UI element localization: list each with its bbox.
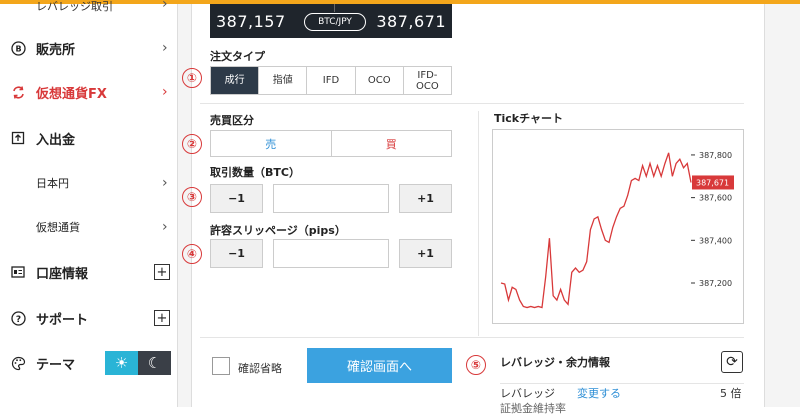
section-divider bbox=[200, 103, 744, 104]
series-line bbox=[500, 152, 692, 309]
side-selector: 売 買 bbox=[210, 130, 452, 157]
y-tick-label: 387,600 bbox=[699, 194, 732, 203]
chevron-right-icon: › bbox=[162, 219, 168, 235]
tick-chart-svg: 387,200 387,400 387,600 387,800 387,671 bbox=[500, 151, 734, 309]
sidebar-item-crypto-fx[interactable]: 仮想通貨FX › bbox=[0, 70, 178, 114]
sidebar: レバレッジ取引 › B 販売所 › 仮想通貨FX › 入出金 日本円 › 仮想通… bbox=[0, 0, 178, 407]
chevron-right-icon: › bbox=[162, 40, 168, 56]
price-board: 387,157 BTC/JPY 387,671 bbox=[210, 4, 452, 38]
y-tick-label: 387,200 bbox=[699, 279, 732, 288]
refresh-icon[interactable]: ⟳ bbox=[721, 351, 743, 373]
slippage-input[interactable] bbox=[273, 239, 389, 268]
sidebar-item-exchange[interactable]: B 販売所 › bbox=[0, 26, 178, 70]
help-icon: ? bbox=[10, 310, 26, 326]
slippage-label: 許容スリッページ（pips） bbox=[210, 224, 346, 237]
confirm-button[interactable]: 確認画面へ bbox=[307, 348, 452, 383]
bitcoin-icon: B bbox=[10, 40, 26, 56]
sidebar-item-jpy[interactable]: 日本円 › bbox=[0, 161, 178, 205]
chart-title: Tickチャート bbox=[494, 112, 563, 125]
ask-price[interactable]: 387,671 bbox=[376, 12, 446, 31]
svg-text:?: ? bbox=[15, 315, 20, 325]
tick-chart: 387,200 387,400 387,600 387,800 387,671 bbox=[492, 129, 744, 324]
sun-icon[interactable]: ☀ bbox=[105, 351, 138, 375]
sidebar-item-deposit[interactable]: 入出金 bbox=[0, 116, 178, 160]
quantity-plus-button[interactable]: +1 bbox=[399, 184, 452, 213]
sidebar-item-label: 日本円 bbox=[36, 177, 69, 190]
right-gutter bbox=[764, 4, 800, 407]
sidebar-item-label: 口座情報 bbox=[36, 266, 89, 282]
page: レバレッジ取引 › B 販売所 › 仮想通貨FX › 入出金 日本円 › 仮想通… bbox=[0, 0, 800, 415]
order-type-limit[interactable]: 指値 bbox=[259, 67, 308, 94]
sidebar-item-crypto[interactable]: 仮想通貨 › bbox=[0, 205, 178, 249]
sidebar-item-label: 仮想通貨 bbox=[36, 221, 80, 234]
sidebar-item-support[interactable]: ? サポート + bbox=[0, 296, 178, 340]
sidebar-item-theme: テーマ ☀ ☾ bbox=[0, 341, 178, 385]
slippage-plus-button[interactable]: +1 bbox=[399, 239, 452, 268]
chevron-right-icon: › bbox=[162, 175, 168, 191]
chevron-right-icon: › bbox=[162, 84, 168, 100]
order-type-market[interactable]: 成行 bbox=[211, 67, 260, 94]
marker-3: ③ bbox=[182, 187, 202, 207]
margin-ratio-label: 証拠金維持率 bbox=[500, 402, 566, 415]
sidebar-item-label: 販売所 bbox=[36, 42, 76, 58]
expand-plus-icon[interactable]: + bbox=[154, 310, 170, 326]
swap-arrows-icon bbox=[10, 84, 26, 100]
y-tick-label: 387,800 bbox=[699, 151, 732, 160]
row-divider bbox=[500, 383, 744, 384]
sell-button[interactable]: 売 bbox=[211, 131, 332, 156]
account-icon bbox=[10, 264, 26, 280]
y-tick-label: 387,400 bbox=[699, 236, 732, 245]
quantity-minus-button[interactable]: −1 bbox=[210, 184, 263, 213]
sidebar-item-partial[interactable]: レバレッジ取引 bbox=[36, 0, 113, 14]
bid-price[interactable]: 387,157 bbox=[216, 12, 286, 31]
expand-plus-icon[interactable]: + bbox=[154, 264, 170, 280]
order-type-ifd[interactable]: IFD bbox=[307, 67, 356, 94]
svg-text:B: B bbox=[15, 44, 21, 53]
change-leverage-link[interactable]: 変更する bbox=[577, 385, 621, 401]
marker-4: ④ bbox=[182, 244, 202, 264]
sidebar-item-label: サポート bbox=[36, 312, 89, 328]
marker-5: ⑤ bbox=[466, 355, 486, 375]
moon-icon[interactable]: ☾ bbox=[138, 351, 171, 375]
column-divider bbox=[478, 111, 479, 336]
side-label: 売買区分 bbox=[210, 114, 254, 127]
divider bbox=[334, 4, 335, 12]
theme-toggle[interactable]: ☀ ☾ bbox=[105, 351, 171, 375]
order-type-ifd-oco[interactable]: IFD- OCO bbox=[404, 67, 451, 94]
section-divider bbox=[200, 337, 744, 338]
order-type-selector: 成行 指値 IFD OCO IFD- OCO bbox=[210, 66, 452, 95]
leverage-label: レバレッジ bbox=[500, 387, 555, 400]
leverage-panel-title: レバレッジ・余力情報 bbox=[500, 356, 610, 369]
order-type-oco[interactable]: OCO bbox=[356, 67, 404, 94]
marker-1: ① bbox=[182, 68, 202, 88]
palette-icon bbox=[10, 355, 26, 371]
sidebar-item-label: 仮想通貨FX bbox=[36, 86, 107, 102]
marker-2: ② bbox=[182, 134, 202, 154]
leverage-value: 5 倍 bbox=[720, 387, 742, 400]
deposit-icon bbox=[10, 130, 26, 146]
current-price-label: 387,671 bbox=[696, 178, 729, 187]
chevron-right-icon: › bbox=[162, 0, 168, 12]
buy-button[interactable]: 買 bbox=[332, 131, 452, 156]
sidebar-item-label: テーマ bbox=[36, 357, 76, 373]
skip-confirm-label: 確認省略 bbox=[238, 362, 282, 375]
sidebar-item-account[interactable]: 口座情報 + bbox=[0, 250, 178, 294]
order-type-label: 注文タイプ bbox=[210, 50, 265, 63]
slippage-minus-button[interactable]: −1 bbox=[210, 239, 263, 268]
sidebar-item-label: 入出金 bbox=[36, 132, 76, 148]
skip-confirm-checkbox[interactable] bbox=[212, 357, 230, 375]
quantity-input[interactable] bbox=[273, 184, 389, 213]
quantity-label: 取引数量（BTC） bbox=[210, 166, 300, 179]
currency-pair-badge: BTC/JPY bbox=[304, 13, 366, 31]
